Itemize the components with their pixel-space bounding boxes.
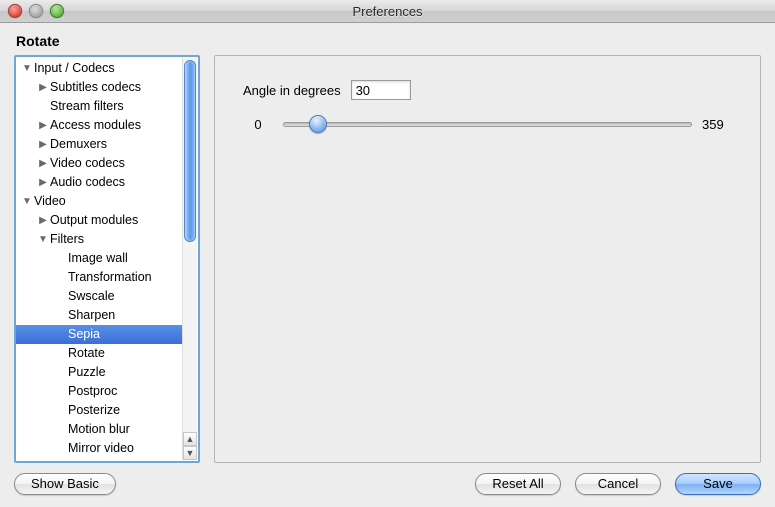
tree-row[interactable]: ▶Video codecs	[16, 154, 183, 173]
tree-row-label: Swscale	[68, 287, 115, 306]
tree-row[interactable]: Posterize	[16, 401, 183, 420]
page-title: Rotate	[16, 33, 761, 49]
tree-row-label: Input / Codecs	[34, 59, 115, 78]
chevron-right-icon[interactable]: ▶	[38, 173, 48, 192]
tree-row-label: Postproc	[68, 382, 117, 401]
tree-row[interactable]: Rotate	[16, 344, 183, 363]
tree-row[interactable]: Image wall	[16, 249, 183, 268]
main-panel: Angle in degrees 0 359	[214, 55, 761, 463]
content: Rotate ▼Input / Codecs▶Subtitles codecsS…	[0, 23, 775, 507]
tree-row[interactable]: ▼Video	[16, 192, 183, 211]
tree-row-label: Demuxers	[50, 135, 107, 154]
slider-min-label: 0	[243, 117, 273, 132]
tree-row-label: Posterize	[68, 401, 120, 420]
tree-row-label: Audio codecs	[50, 173, 125, 192]
slider-max-label: 359	[702, 117, 732, 132]
chevron-right-icon[interactable]: ▶	[38, 78, 48, 97]
panels: ▼Input / Codecs▶Subtitles codecsStream f…	[14, 55, 761, 463]
tree-row-label: Transformation	[68, 268, 152, 287]
tree-row[interactable]: Sepia	[16, 325, 183, 344]
tree-row[interactable]: ▼Filters	[16, 230, 183, 249]
slider-track	[283, 122, 692, 127]
angle-label: Angle in degrees	[243, 83, 341, 98]
slider-knob[interactable]	[309, 115, 327, 133]
tree-row[interactable]: Stream filters	[16, 97, 183, 116]
tree-row[interactable]: ▼Input / Codecs	[16, 59, 183, 78]
tree[interactable]: ▼Input / Codecs▶Subtitles codecsStream f…	[16, 57, 183, 461]
tree-row[interactable]: ▶Demuxers	[16, 135, 183, 154]
window-controls	[8, 4, 64, 18]
tree-row-label: Mirror video	[68, 439, 134, 458]
scrollbar[interactable]: ▲ ▼	[182, 58, 197, 460]
angle-slider-row: 0 359	[243, 114, 732, 134]
titlebar: Preferences	[0, 0, 775, 23]
tree-row-label: Rotate	[68, 344, 105, 363]
show-basic-button[interactable]: Show Basic	[14, 473, 116, 495]
tree-row-label: Stream filters	[50, 97, 124, 116]
sidebar: ▼Input / Codecs▶Subtitles codecsStream f…	[14, 55, 200, 463]
tree-row-label: Video	[34, 192, 66, 211]
tree-row[interactable]: Sharpen	[16, 306, 183, 325]
tree-row[interactable]: Postproc	[16, 382, 183, 401]
tree-row[interactable]: Transformation	[16, 268, 183, 287]
tree-row-label: Puzzle	[68, 363, 106, 382]
sidebar-wrap: ▼Input / Codecs▶Subtitles codecsStream f…	[14, 55, 200, 463]
tree-row-label: Sharpen	[68, 306, 115, 325]
zoom-icon[interactable]	[50, 4, 64, 18]
close-icon[interactable]	[8, 4, 22, 18]
angle-field-row: Angle in degrees	[243, 80, 732, 100]
scroll-up-icon[interactable]: ▲	[183, 432, 197, 446]
button-row: Show Basic Reset All Cancel Save	[14, 473, 761, 495]
chevron-right-icon[interactable]: ▶	[38, 116, 48, 135]
chevron-right-icon[interactable]: ▶	[38, 154, 48, 173]
tree-row[interactable]: Mirror video	[16, 439, 183, 458]
chevron-down-icon[interactable]: ▼	[38, 230, 48, 249]
tree-row[interactable]: Swscale	[16, 287, 183, 306]
tree-row-label: Access modules	[50, 116, 141, 135]
preferences-window: Preferences Rotate ▼Input / Codecs▶Subti…	[0, 0, 775, 507]
save-button[interactable]: Save	[675, 473, 761, 495]
chevron-right-icon[interactable]: ▶	[38, 211, 48, 230]
tree-row[interactable]: Puzzle	[16, 363, 183, 382]
chevron-down-icon[interactable]: ▼	[22, 59, 32, 78]
tree-row[interactable]: ▶Audio codecs	[16, 173, 183, 192]
angle-input[interactable]	[351, 80, 411, 100]
tree-row-label: Subtitles codecs	[50, 78, 141, 97]
scroll-thumb[interactable]	[184, 60, 196, 242]
tree-row-label: Image wall	[68, 249, 128, 268]
tree-row-label: Output modules	[50, 211, 138, 230]
chevron-right-icon[interactable]: ▶	[38, 135, 48, 154]
tree-row[interactable]: Motion blur	[16, 420, 183, 439]
tree-row[interactable]: ▶Output modules	[16, 211, 183, 230]
cancel-button[interactable]: Cancel	[575, 473, 661, 495]
minimize-icon[interactable]	[29, 4, 43, 18]
tree-row[interactable]: ▶Subtitles codecs	[16, 78, 183, 97]
window-title: Preferences	[352, 4, 422, 19]
tree-row-label: Filters	[50, 230, 84, 249]
tree-row[interactable]: ▶Access modules	[16, 116, 183, 135]
angle-slider[interactable]	[283, 114, 692, 134]
tree-row-label: Video codecs	[50, 154, 125, 173]
chevron-down-icon[interactable]: ▼	[22, 192, 32, 211]
tree-row-label: Sepia	[68, 325, 100, 344]
reset-all-button[interactable]: Reset All	[475, 473, 561, 495]
scroll-down-icon[interactable]: ▼	[183, 446, 197, 460]
tree-row-label: Motion blur	[68, 420, 130, 439]
